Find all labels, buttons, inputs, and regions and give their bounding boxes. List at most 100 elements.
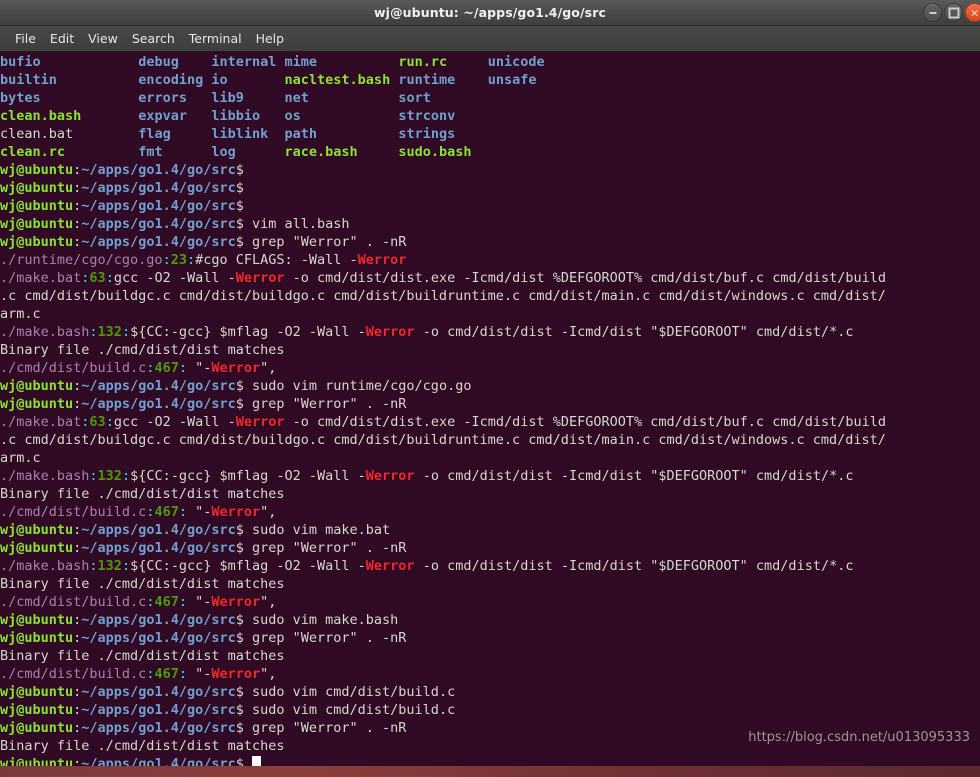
prompt-user: wj@ubuntu [0,216,74,232]
grep-filename: ./cmd/dist/build.c [0,504,147,520]
file-listing-row: builtin encoding io nacltest.bash runtim… [0,71,886,89]
grep-filename: ./runtime/cgo/cgo.go [0,252,163,268]
prompt-path: ~/apps/go1.4/go/src [81,198,236,214]
watermark: https://blog.csdn.net/u013095333 [748,730,970,745]
command-line: wj@ubuntu:~/apps/go1.4/go/src$ sudo vim … [0,521,886,539]
terminal-output-area[interactable]: bufio debug internal mime run.rc unicode… [0,52,980,767]
file-entry: flag [138,126,171,142]
grep-separator: : [89,468,98,484]
grep-separator: : [178,594,187,610]
command-line: wj@ubuntu:~/apps/go1.4/go/src$ grep "Wer… [0,629,886,647]
prompt-sigil: $ [235,630,244,646]
grep-lineno: 132 [97,558,122,574]
file-entry: expvar [138,108,187,124]
menu-item-edit[interactable]: Edit [43,29,81,48]
prompt-path: ~/apps/go1.4/go/src [81,378,236,394]
grep-separator: : [162,252,171,268]
close-button[interactable]: × [965,3,980,22]
file-entry: encoding [138,72,204,88]
command-text: grep "Werror" . -nR [243,720,407,736]
grep-result-line: ./make.bash:132:${CC:-gcc} $mflag -O2 -W… [0,323,886,341]
command-line: wj@ubuntu:~/apps/go1.4/go/src$ [0,161,886,179]
command-line: wj@ubuntu:~/apps/go1.4/go/src$ vim all.b… [0,215,886,233]
file-entry: fmt [138,144,163,160]
menu-item-search[interactable]: Search [125,29,182,48]
minimize-button[interactable] [923,3,942,22]
menu-item-file[interactable]: File [8,29,43,48]
file-listing-row: clean.bat flag liblink path strings [0,125,886,143]
menu-item-help[interactable]: Help [249,29,292,48]
grep-text: -o cmd/dist/dist -Icmd/dist "$DEFGOROOT"… [414,324,854,340]
menu-item-terminal[interactable]: Terminal [182,29,249,48]
grep-separator: : [121,558,131,574]
prompt-path: ~/apps/go1.4/go/src [81,630,236,646]
prompt-path: ~/apps/go1.4/go/src [81,522,236,538]
command-line: wj@ubuntu:~/apps/go1.4/go/src$ [0,197,886,215]
file-entry: bytes [0,90,41,106]
command-text: grep "Werror" . -nR [243,540,407,556]
grep-lineno: 467 [154,594,179,610]
prompt-sigil: $ [235,162,244,178]
grep-result-line: ./cmd/dist/build.c:467: "-Werror", [0,665,886,683]
output-line: arm.c [0,449,886,467]
command-line: wj@ubuntu:~/apps/go1.4/go/src$ grep "Wer… [0,395,886,413]
prompt-user: wj@ubuntu [0,234,74,250]
output-text: arm.c [0,450,41,466]
grep-separator: : [105,414,114,430]
file-entry: sudo.bash [398,144,472,160]
prompt-sigil: $ [235,702,244,718]
terminal-window: wj@ubuntu: ~/apps/go1.4/go/src × File Ed… [0,0,980,777]
file-entry: mime [284,54,318,70]
grep-result-line: ./make.bash:132:${CC:-gcc} $mflag -O2 -W… [0,467,886,485]
menu-item-view[interactable]: View [81,29,125,48]
output-text: Binary file ./cmd/dist/dist matches [0,342,285,358]
grep-separator: : [89,558,98,574]
file-entry: log [211,144,236,160]
grep-lineno: 467 [154,666,179,682]
prompt-path: ~/apps/go1.4/go/src [81,162,236,178]
grep-text: gcc -O2 -Wall - [113,270,236,286]
prompt-sigil: $ [235,684,244,700]
grep-separator: : [178,360,187,376]
grep-text: ", [260,594,277,610]
prompt-path: ~/apps/go1.4/go/src [81,702,236,718]
grep-match: Werror [357,252,407,268]
grep-filename: ./cmd/dist/build.c [0,360,147,376]
file-entry: run.rc [398,54,448,70]
output-text: Binary file ./cmd/dist/dist matches [0,648,285,664]
prompt-path: ~/apps/go1.4/go/src [81,612,236,628]
file-entry: nacltest.bash [284,72,391,88]
prompt-user: wj@ubuntu [0,198,74,214]
maximize-button[interactable] [944,3,963,22]
grep-text: ${CC:-gcc} $mflag -O2 -Wall - [130,324,366,340]
title-bar: wj@ubuntu: ~/apps/go1.4/go/src × [0,0,980,26]
grep-separator: : [178,666,187,682]
grep-text: "- [186,666,212,682]
grep-lineno: 23 [170,252,187,268]
window-controls: × [923,0,980,25]
grep-match: Werror [365,558,415,574]
prompt-user: wj@ubuntu [0,396,74,412]
grep-lineno: 132 [97,324,122,340]
file-entry: io [211,72,228,88]
file-entry: runtime [398,72,456,88]
command-text: grep "Werror" . -nR [243,234,407,250]
output-line: .c cmd/dist/buildgc.c cmd/dist/buildgo.c… [0,431,886,449]
file-listing-row: bytes errors lib9 net sort [0,89,886,107]
prompt-user: wj@ubuntu [0,612,74,628]
output-text: .c cmd/dist/buildgc.c cmd/dist/buildgo.c… [0,432,886,448]
bottom-strip [0,766,980,777]
file-listing-row: clean.rc fmt log race.bash sudo.bash [0,143,886,161]
command-line: wj@ubuntu:~/apps/go1.4/go/src$ grep "Wer… [0,233,886,251]
